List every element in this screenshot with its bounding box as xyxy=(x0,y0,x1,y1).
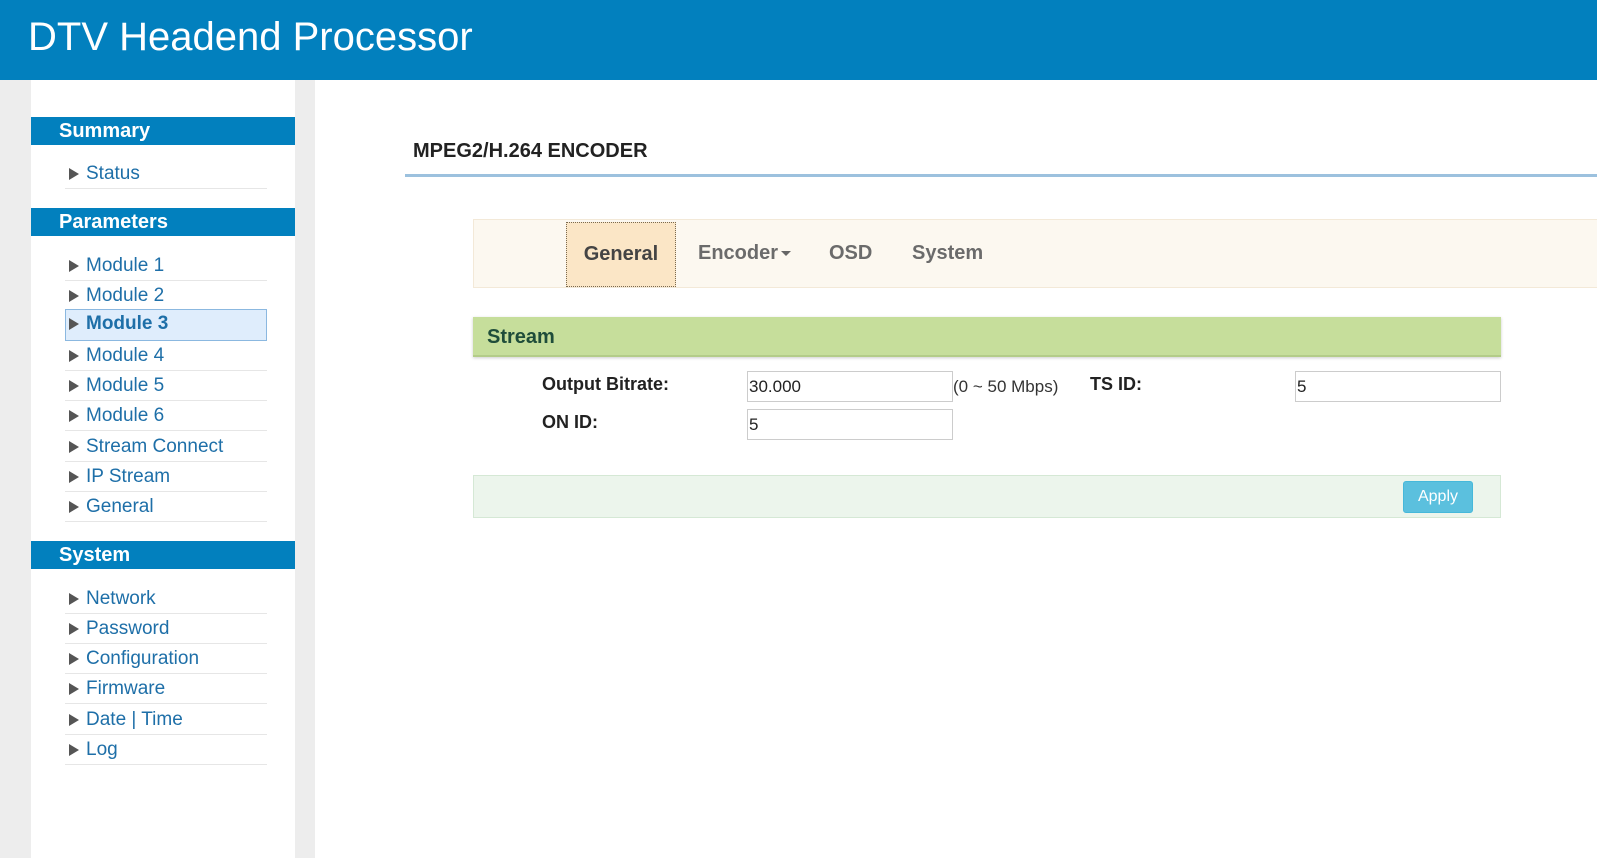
sidebar-item-label: IP Stream xyxy=(86,466,171,487)
sidebar-item-label: Network xyxy=(86,588,156,609)
sidebar-item-general[interactable]: General xyxy=(65,492,267,522)
sidebar-item-module-3[interactable]: Module 3 xyxy=(65,309,267,341)
sidebar-divider xyxy=(295,80,315,858)
triangle-right-icon xyxy=(69,350,79,362)
apply-button[interactable]: Apply xyxy=(1403,481,1473,513)
sidebar-item-date-time[interactable]: Date | Time xyxy=(65,705,267,735)
sidebar-item-label: Firmware xyxy=(86,678,166,699)
output-bitrate-input[interactable] xyxy=(747,371,953,402)
form-footer: Apply xyxy=(473,475,1501,518)
sidebar-item-label: Stream Connect xyxy=(86,436,224,457)
sidebar-item-label: Module 6 xyxy=(86,405,165,426)
output-bitrate-label: Output Bitrate: xyxy=(542,374,669,394)
output-bitrate-range-hint: (0 ~ 50 Mbps) xyxy=(953,377,1059,396)
sidebar-item-status[interactable]: Status xyxy=(65,159,267,189)
sidebar-item-log[interactable]: Log xyxy=(65,735,267,765)
sidebar-item-label: Configuration xyxy=(86,648,200,669)
sidebar: Summary Status Parameters Module 1 Modul… xyxy=(31,80,295,858)
sidebar-section-parameters: Parameters xyxy=(31,208,295,236)
sidebar-item-ip-stream[interactable]: IP Stream xyxy=(65,462,267,492)
triangle-right-icon xyxy=(69,441,79,453)
sidebar-item-label: Password xyxy=(86,618,170,639)
sidebar-item-module-1[interactable]: Module 1 xyxy=(65,251,267,281)
triangle-right-icon xyxy=(69,318,79,330)
caret-down-icon xyxy=(781,251,792,257)
stream-panel-title: Stream xyxy=(487,326,555,348)
sidebar-item-password[interactable]: Password xyxy=(65,614,267,644)
left-gutter xyxy=(0,80,31,858)
sidebar-section-system: System xyxy=(31,541,295,569)
triangle-right-icon xyxy=(69,744,79,756)
triangle-right-icon xyxy=(69,471,79,483)
ts-id-input[interactable] xyxy=(1295,371,1501,402)
tab-label: Encoder xyxy=(698,242,779,264)
stream-panel-header: Stream xyxy=(473,317,1501,357)
sidebar-item-module-6[interactable]: Module 6 xyxy=(65,401,267,431)
sidebar-item-module-2[interactable]: Module 2 xyxy=(65,281,267,311)
on-id-input[interactable] xyxy=(747,409,953,440)
sidebar-item-label: Date | Time xyxy=(86,709,183,730)
sidebar-item-label: Status xyxy=(86,163,140,184)
tab-osd[interactable]: OSD xyxy=(829,220,872,287)
sidebar-item-label: Module 5 xyxy=(86,375,165,396)
sidebar-item-label: Module 3 xyxy=(86,313,169,334)
triangle-right-icon xyxy=(69,683,79,695)
sidebar-item-configuration[interactable]: Configuration xyxy=(65,644,267,674)
triangle-right-icon xyxy=(69,593,79,605)
triangle-right-icon xyxy=(69,653,79,665)
triangle-right-icon xyxy=(69,260,79,272)
triangle-right-icon xyxy=(69,380,79,392)
tab-bar: General Encoder OSD System xyxy=(473,219,1597,288)
sidebar-item-label: General xyxy=(86,496,154,517)
triangle-right-icon xyxy=(69,168,79,180)
tab-general[interactable]: General xyxy=(566,222,676,287)
app-header: DTV Headend Processor xyxy=(0,0,1597,80)
page-title: MPEG2/H.264 ENCODER xyxy=(413,140,648,162)
app-title: DTV Headend Processor xyxy=(28,15,473,59)
tab-system[interactable]: System xyxy=(912,220,983,287)
sidebar-item-label: Module 2 xyxy=(86,285,165,306)
sidebar-item-module-5[interactable]: Module 5 xyxy=(65,371,267,401)
sidebar-item-label: Module 4 xyxy=(86,345,165,366)
triangle-right-icon xyxy=(69,501,79,513)
sidebar-item-network[interactable]: Network xyxy=(65,584,267,614)
sidebar-item-label: Module 1 xyxy=(86,255,165,276)
sidebar-item-firmware[interactable]: Firmware xyxy=(65,674,267,704)
sidebar-section-summary: Summary xyxy=(31,117,295,145)
triangle-right-icon xyxy=(69,410,79,422)
on-id-label: ON ID: xyxy=(542,412,598,432)
sidebar-item-stream-connect[interactable]: Stream Connect xyxy=(65,432,267,462)
title-divider xyxy=(405,174,1597,177)
triangle-right-icon xyxy=(69,290,79,302)
tab-label: System xyxy=(912,242,984,264)
tab-label: OSD xyxy=(829,242,873,264)
ts-id-label: TS ID: xyxy=(1090,374,1142,394)
triangle-right-icon xyxy=(69,714,79,726)
sidebar-item-label: Log xyxy=(86,739,118,760)
triangle-right-icon xyxy=(69,623,79,635)
tab-label: General xyxy=(583,243,659,265)
tab-encoder[interactable]: Encoder xyxy=(698,220,792,287)
sidebar-item-module-4[interactable]: Module 4 xyxy=(65,341,267,371)
